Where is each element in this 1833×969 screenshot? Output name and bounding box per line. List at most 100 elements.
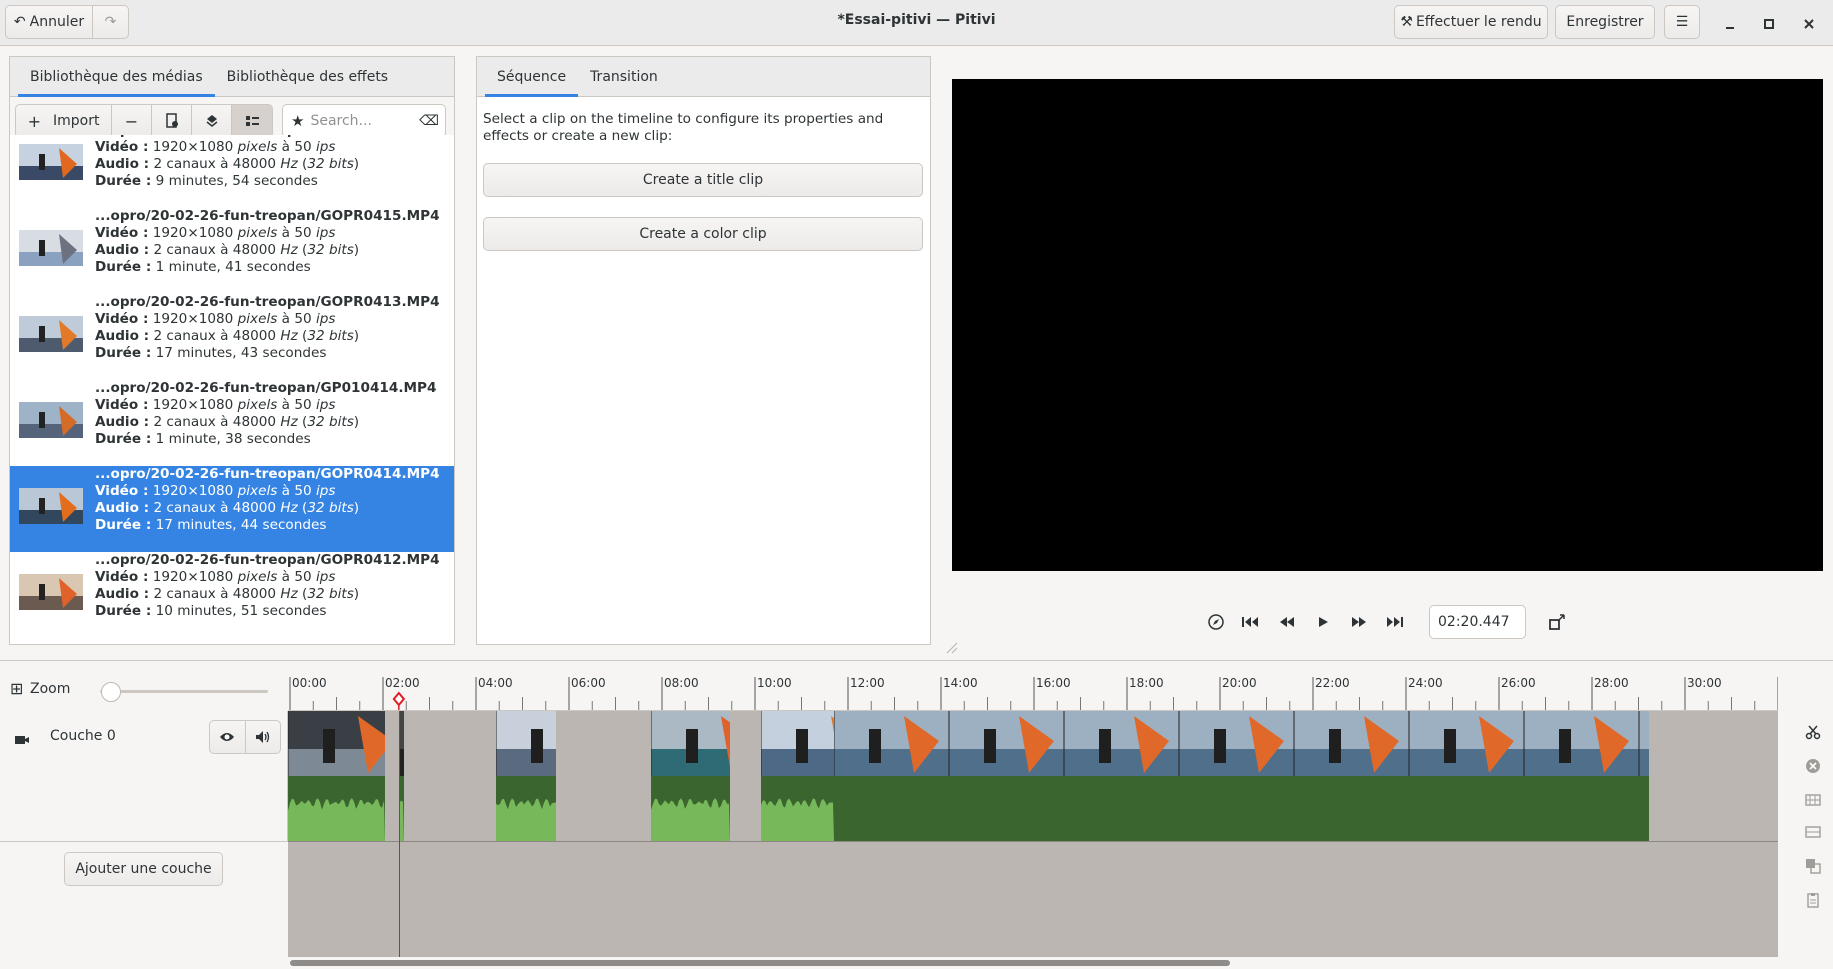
ruler-label: 10:00 <box>757 676 792 690</box>
timeline-ruler[interactable]: 00:00 02:00 04:00 06:00 08:00 10:00 12:00 14:00… <box>288 661 1778 711</box>
search-input[interactable] <box>310 113 411 129</box>
undock-viewer-button[interactable] <box>1204 610 1228 634</box>
group-button[interactable] <box>1796 785 1830 815</box>
clear-search-icon[interactable]: ⌫ <box>419 113 439 129</box>
audio-waveform <box>651 798 730 841</box>
media-item[interactable]: ...opro/20-02-26-fun-treopan/GOPR0415.MP… <box>10 208 454 294</box>
hamburger-icon: ☰ <box>1675 14 1689 30</box>
ruler-label: 24:00 <box>1408 676 1443 690</box>
audio-clip[interactable] <box>496 776 556 841</box>
media-item[interactable]: ...opro/20-02-26-fun-treopan/GOPR0412.MP… <box>10 552 454 638</box>
media-item[interactable]: ...opro/20-02-26-fun-treopan/GOPR0414.MP… <box>10 466 454 552</box>
maximize-icon <box>1764 19 1774 29</box>
layer-header: Couche 0 <box>0 711 288 842</box>
tab-media-library[interactable]: Bibliothèque des médias <box>18 57 215 97</box>
media-item[interactable]: ...opro/20-02-26-fun-treopan/GOPR0413.MP… <box>10 294 454 380</box>
layer-name[interactable]: Couche 0 <box>50 728 116 744</box>
media-item-video: Vidéo : 1920×1080 pixels à 50 ips <box>95 569 336 585</box>
video-clip[interactable] <box>651 711 730 776</box>
main-menu-button[interactable]: ☰ <box>1664 5 1700 39</box>
media-item-duration: Durée : 1 minute, 38 secondes <box>95 431 311 447</box>
play-button[interactable] <box>1311 610 1335 634</box>
maximize-button[interactable] <box>1757 12 1781 36</box>
insert-clip-button[interactable] <box>192 105 232 137</box>
undo-button[interactable]: ↶ Annuler <box>5 5 93 39</box>
star-icon: ★ <box>291 112 305 130</box>
ungroup-button[interactable] <box>1796 817 1830 847</box>
ruler-label: 02:00 <box>385 676 420 690</box>
seek-forward-button[interactable] <box>1347 610 1371 634</box>
ruler-label: 00:00 <box>292 676 327 690</box>
clip-thumbnails <box>496 711 556 776</box>
ungroup-icon <box>1805 826 1821 838</box>
tab-effects-library[interactable]: Bibliothèque des effets <box>215 57 400 97</box>
clip-thumbnail <box>19 402 83 438</box>
skip-to-end-icon <box>1387 617 1403 627</box>
copy-button[interactable] <box>1796 851 1830 881</box>
video-clip[interactable] <box>834 711 1649 776</box>
media-item-name: ...opro/20-02-26-fun-treopan/GOPR0413.MP… <box>95 294 440 310</box>
media-item-name: ...opro/20-02-26-fun-treopan/GOPR0412.MP… <box>95 552 440 568</box>
fullscreen-button[interactable] <box>1545 610 1569 634</box>
timecode-field[interactable]: 02:20.447 <box>1429 605 1526 639</box>
toggle-video-button[interactable] <box>210 721 246 753</box>
seek-backward-button[interactable] <box>1275 610 1299 634</box>
delete-icon <box>1806 759 1820 773</box>
save-button[interactable]: Enregistrer <box>1555 5 1655 39</box>
zoom-fit-icon[interactable]: ⊞ <box>10 679 23 698</box>
media-item-details: ...opro/20-02-26-fun-treopan/GP010414.MP… <box>95 380 436 448</box>
create-title-clip-button[interactable]: Create a title clip <box>483 163 923 197</box>
video-clip[interactable] <box>288 711 385 776</box>
media-item-details: ...opro/20-02-26-fun-treopan/GOPR0413.MP… <box>95 294 440 362</box>
clip-thumbnail <box>19 488 83 524</box>
zoom-slider[interactable] <box>100 690 268 693</box>
media-list: ...opro/20-02-26-fun-treopan/GP010413.MP… <box>10 135 454 644</box>
create-color-clip-button[interactable]: Create a color clip <box>483 217 923 251</box>
scissors-icon <box>1805 725 1821 740</box>
redo-button[interactable]: ↷ <box>93 5 129 39</box>
close-button[interactable] <box>1797 12 1821 36</box>
toggle-audio-button[interactable] <box>246 721 281 753</box>
clip-thumbnails <box>834 711 1649 776</box>
list-view-toggle[interactable] <box>232 105 272 137</box>
media-item[interactable]: ...opro/20-02-26-fun-treopan/GP010414.MP… <box>10 380 454 466</box>
audio-clip[interactable] <box>834 776 1649 841</box>
add-layer-button[interactable]: Ajouter une couche <box>64 852 223 886</box>
tab-sequence[interactable]: Séquence <box>485 57 579 97</box>
ruler-label: 12:00 <box>850 676 885 690</box>
video-clip[interactable] <box>496 711 556 776</box>
search-box: ★ ⌫ <box>282 104 446 138</box>
ruler-ticks: 00:00 02:00 04:00 06:00 08:00 10:00 12:00 14:00… <box>289 676 1778 710</box>
document-properties-icon <box>165 113 178 128</box>
playhead[interactable] <box>398 711 401 957</box>
audio-clip[interactable] <box>651 776 730 841</box>
tab-transition[interactable]: Transition <box>578 57 670 97</box>
paste-button[interactable] <box>1796 885 1830 915</box>
media-item-audio: Audio : 2 canaux à 48000 Hz (32 bits) <box>95 414 360 430</box>
media-item[interactable]: ...opro/20-02-26-fun-treopan/GP010413.MP… <box>10 135 454 208</box>
skip-to-start-icon <box>1242 617 1258 627</box>
audio-clip[interactable] <box>761 776 834 841</box>
import-button[interactable]: + Import <box>16 105 112 137</box>
video-clip[interactable] <box>761 711 834 776</box>
ruler-label: 14:00 <box>943 676 978 690</box>
clip-info-text: Select a clip on the timeline to configu… <box>483 111 884 144</box>
render-button[interactable]: ⚒ Effectuer le rendu <box>1394 5 1548 39</box>
audio-clip[interactable] <box>288 776 385 841</box>
media-item-duration: Durée : 9 minutes, 54 secondes <box>95 173 318 189</box>
clip-properties-button[interactable] <box>152 105 192 137</box>
resize-grip[interactable] <box>944 640 958 654</box>
split-button[interactable] <box>1796 717 1830 747</box>
timeline-scrollbar[interactable] <box>290 960 1230 966</box>
zoom-label: Zoom <box>30 681 71 697</box>
go-to-start-button[interactable] <box>1238 610 1262 634</box>
delete-clip-button[interactable] <box>1796 751 1830 781</box>
media-library-panel: Bibliothèque des médias Bibliothèque des… <box>9 56 455 645</box>
minimize-button[interactable] <box>1718 12 1742 36</box>
media-item-duration: Durée : 10 minutes, 51 secondes <box>95 603 327 619</box>
go-to-end-button[interactable] <box>1383 610 1407 634</box>
remove-clip-button[interactable]: − <box>112 105 152 137</box>
timeline-tracks[interactable] <box>288 711 1778 957</box>
zoom-slider-handle[interactable] <box>101 682 122 702</box>
header-bar: ↶ Annuler ↷ *Essai-pitivi — Pitivi ⚒ Eff… <box>0 0 1833 46</box>
